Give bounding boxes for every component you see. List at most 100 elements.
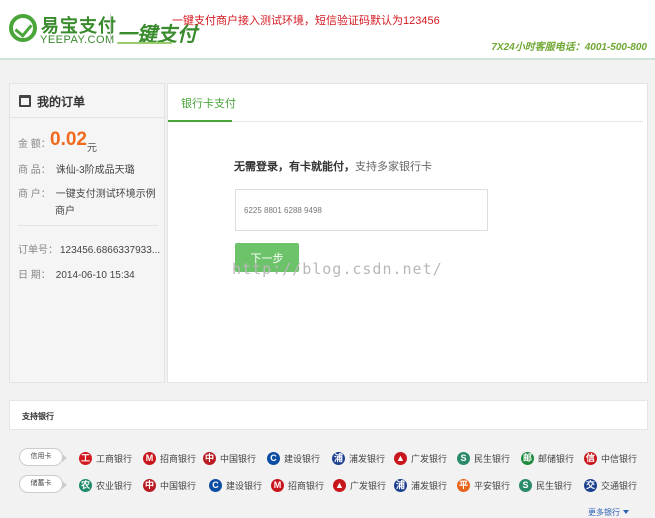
date-label: 日 期： — [18, 270, 51, 281]
bank-name: 民生银行 — [474, 453, 511, 464]
credit-bank-item[interactable]: C 建设银行 — [267, 449, 320, 467]
spdb-icon: 浦 — [394, 478, 407, 492]
bank-name: 建设银行 — [226, 480, 263, 491]
cmbc-icon: S — [457, 451, 470, 465]
bank-name: 广发银行 — [411, 453, 448, 464]
order-no-row: 订单号： 123456.6866337933... — [18, 241, 160, 256]
test-env-notice: 一键支付商户接入测试环境，短信验证码默认为123456 — [172, 15, 440, 27]
boc-icon: 中 — [143, 478, 156, 492]
pay-slogan: 无需登录，有卡就能付，支持多家银行卡 — [234, 158, 432, 174]
debit-card-tag: 储蓄卡 — [19, 475, 67, 493]
order-no-label: 订单号： — [18, 245, 58, 256]
spdb-icon: 浦 — [332, 451, 345, 465]
credit-bank-item[interactable]: 浦浦发银行 — [332, 449, 385, 467]
debit-bank-item[interactable]: S 民生银行 — [519, 476, 572, 494]
abc-icon: 农 — [79, 478, 92, 492]
merchant-value-line2: 商户 — [50, 202, 75, 217]
order-panel-header: 我的订单 — [10, 84, 166, 118]
debit-bank-item[interactable]: 农农业银行 — [79, 476, 132, 494]
debit-bank-item[interactable]: 浦浦发银行 — [394, 476, 447, 494]
bank-name: 浦发银行 — [411, 480, 448, 491]
more-banks-label: 更多银行 — [588, 508, 620, 517]
debit-bank-row: 储蓄卡 农农业银行中中国银行 C 建设银行 M 招商银行 ▲ 广发银行浦浦发银行平平安银行 S… — [19, 474, 644, 496]
order-no-value: 123456.6866337933... — [60, 245, 161, 256]
checkout-page: 易宝支付 YEEPAY.COM 一键支付 一键支付商户接入测试环境，短信验证码默… — [0, 0, 655, 518]
bank-name: 民生银行 — [536, 480, 573, 491]
pay-panel: 银行卡支付 无需登录，有卡就能付，支持多家银行卡 下一步 — [167, 83, 648, 383]
slogan-bold: 无需登录，有卡就能付， — [234, 161, 355, 173]
merchant-row: 商 户： 一键支付测试环境示例 — [18, 185, 156, 200]
order-panel: 我的订单 金 额： 0.02 元 商 品： 诛仙-3阶成品天璐 商 户： 一键支付测… — [9, 83, 166, 383]
credit-bank-item[interactable]: 信中信银行 — [584, 449, 637, 467]
merchant-label: 商 户： — [18, 189, 51, 200]
tab-bank-card-pay[interactable]: 银行卡支付 — [181, 95, 236, 111]
cmb-icon: M — [271, 478, 284, 492]
ccb-icon: C — [267, 451, 280, 465]
product-row: 商 品： 诛仙-3阶成品天璐 — [18, 161, 135, 176]
bank-name: 中国银行 — [160, 480, 197, 491]
product-value: 诛仙-3阶成品天璐 — [55, 165, 135, 176]
card-number-input[interactable] — [235, 189, 488, 231]
icbc-icon: 工 — [79, 451, 92, 465]
yeepay-logo-icon — [9, 14, 37, 42]
debit-bank-item[interactable]: 中中国银行 — [143, 476, 196, 494]
credit-bank-item[interactable]: 中中国银行 — [203, 449, 256, 467]
credit-bank-item[interactable]: S 民生银行 — [457, 449, 510, 467]
date-value: 2014-06-10 15:34 — [55, 270, 135, 281]
product-label: 商 品： — [18, 165, 51, 176]
amount-unit: 元 — [87, 143, 97, 154]
citic-icon: 信 — [584, 451, 597, 465]
cgb-icon: ▲ — [394, 451, 407, 465]
bocom-icon: 交 — [584, 478, 597, 492]
bank-name: 交通银行 — [601, 480, 638, 491]
ccb-icon: C — [209, 478, 222, 492]
tab-active-underline — [168, 120, 232, 122]
bank-name: 招商银行 — [160, 453, 197, 464]
bank-name: 广发银行 — [350, 480, 387, 491]
debit-bank-item[interactable]: C 建设银行 — [209, 476, 262, 494]
amount-value: 0.02 — [50, 129, 87, 150]
bank-name: 中信银行 — [601, 453, 638, 464]
debit-bank-item[interactable]: 平平安银行 — [457, 476, 510, 494]
debit-bank-item[interactable]: ▲ 广发银行 — [333, 476, 386, 494]
merchant-value: 一键支付测试环境示例 — [55, 189, 156, 200]
date-row: 日 期： 2014-06-10 15:34 — [18, 266, 135, 281]
supported-banks-title: 支持银行 — [22, 412, 54, 421]
bank-name: 浦发银行 — [349, 453, 386, 464]
bank-name: 平安银行 — [474, 480, 511, 491]
bank-name: 建设银行 — [284, 453, 321, 464]
watermark-text: http://blog.csdn.net/ — [232, 260, 443, 278]
tab-bar-line — [168, 121, 643, 122]
merchant-value-cont: 商户 — [55, 206, 75, 217]
debit-bank-item[interactable]: 交交通银行 — [584, 476, 637, 494]
cmb-icon: M — [143, 451, 156, 465]
debit-bank-item[interactable]: M 招商银行 — [271, 476, 324, 494]
cgb-icon: ▲ — [333, 478, 346, 492]
credit-bank-item[interactable]: 邮邮储银行 — [521, 449, 574, 467]
credit-card-tag: 信用卡 — [19, 448, 67, 466]
pingan-icon: 平 — [457, 478, 470, 492]
cmbc-icon: S — [519, 478, 532, 492]
yeepay-logo[interactable]: 易宝支付 YEEPAY.COM — [9, 12, 116, 48]
amount-label: 金 额： — [18, 139, 51, 150]
more-banks-link[interactable]: 更多银行 — [588, 507, 629, 518]
bank-name: 农业银行 — [96, 480, 133, 491]
one-click-pay-logo-underline — [117, 42, 172, 44]
slogan-rest: 支持多家银行卡 — [355, 161, 432, 173]
boc-icon: 中 — [203, 451, 216, 465]
psbc-icon: 邮 — [521, 451, 534, 465]
order-divider — [18, 225, 158, 226]
calendar-icon — [19, 95, 31, 107]
credit-bank-item[interactable]: 工工商银行 — [79, 449, 132, 467]
bank-name: 邮储银行 — [538, 453, 575, 464]
bank-name: 招商银行 — [288, 480, 325, 491]
caret-down-icon — [623, 510, 629, 514]
header: 易宝支付 YEEPAY.COM 一键支付 一键支付商户接入测试环境，短信验证码默… — [0, 0, 655, 60]
credit-bank-item[interactable]: M 招商银行 — [143, 449, 196, 467]
bank-name: 中国银行 — [220, 453, 257, 464]
logo-en-text: YEEPAY.COM — [40, 34, 115, 46]
credit-bank-row: 信用卡 工工商银行 M 招商银行中中国银行 C 建设银行浦浦发银行 ▲ 广发银行 S 民生银行邮… — [19, 447, 644, 469]
bank-name: 工商银行 — [96, 453, 133, 464]
credit-bank-item[interactable]: ▲ 广发银行 — [394, 449, 447, 467]
service-hotline: 7X24小时客服电话：4001-500-800 — [491, 42, 647, 53]
